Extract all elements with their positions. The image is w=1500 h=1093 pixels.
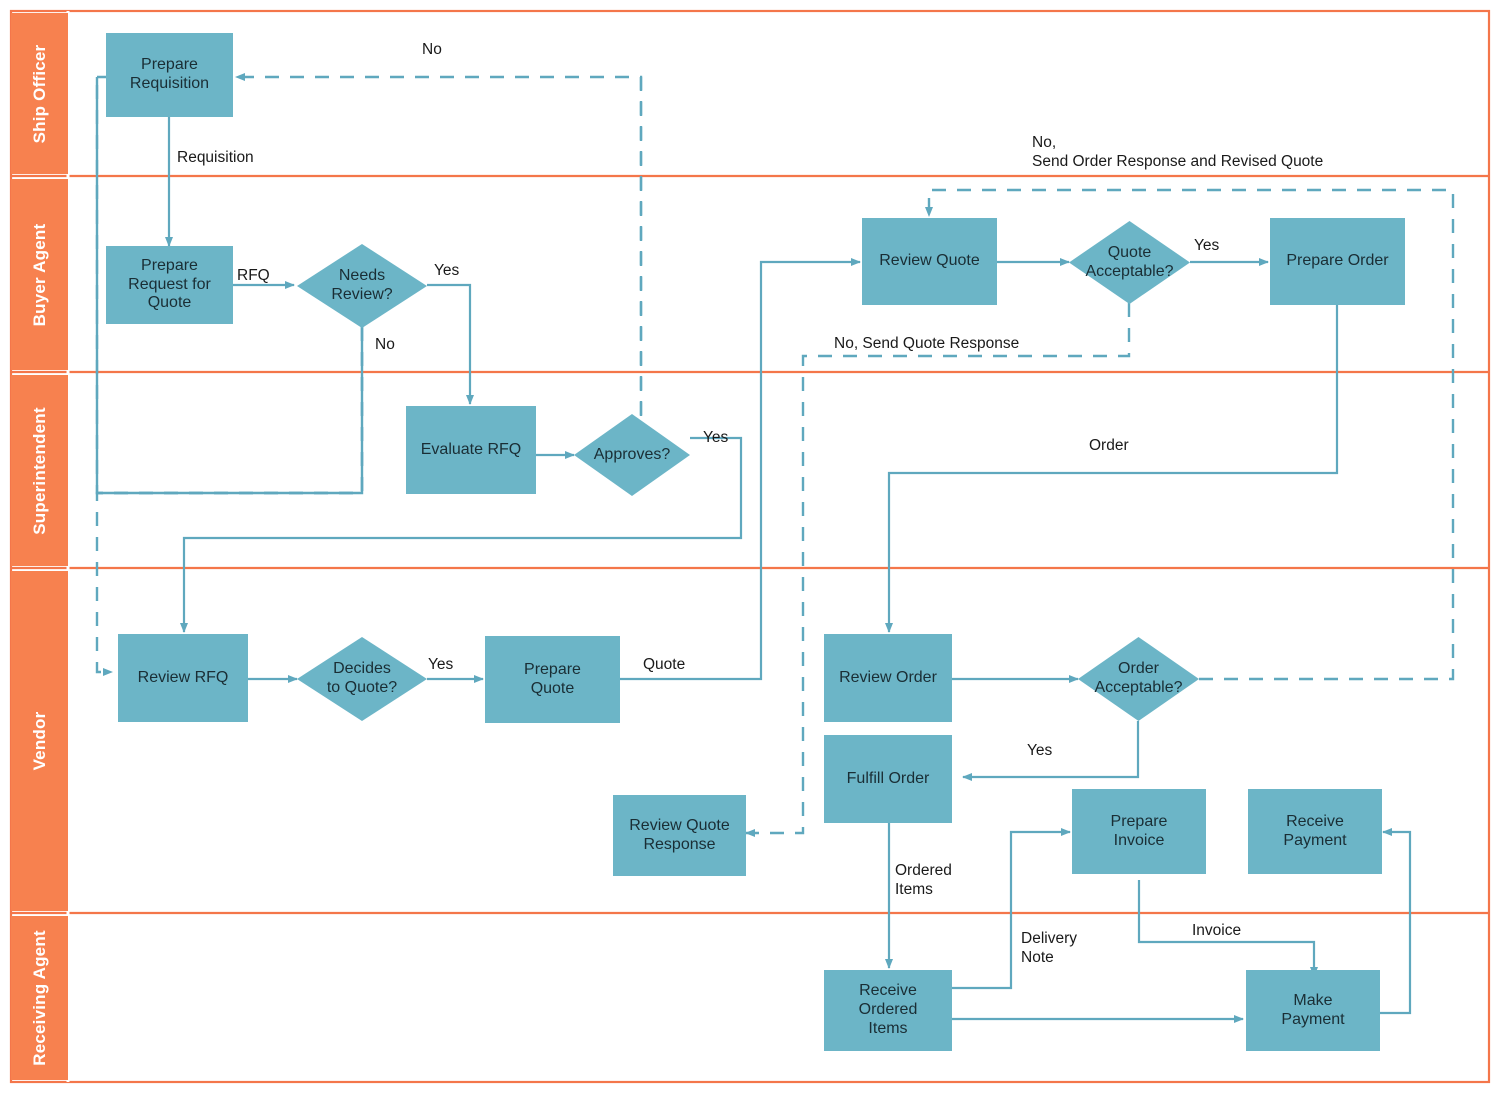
node-prepare-order[interactable]: Prepare Order — [1270, 218, 1405, 305]
node-order-acceptable[interactable]: Order Acceptable? — [1078, 637, 1199, 721]
node-decides-to-quote[interactable]: Decides to Quote? — [297, 637, 427, 721]
edge-label-no-top: No — [422, 41, 442, 58]
node-label: Make Payment — [1281, 991, 1345, 1028]
flowchart-canvas: Ship Officer Buyer Agent Superintendent … — [0, 0, 1500, 1093]
edge-label-order: Order — [1089, 437, 1129, 454]
edge-label-order-acceptable-yes: Yes — [1027, 742, 1053, 759]
node-label: Fulfill Order — [846, 769, 930, 787]
node-label: Review RFQ — [137, 668, 229, 686]
node-receive-payment[interactable]: Receive Payment — [1248, 789, 1382, 874]
node-label: Review Quote Response — [629, 816, 730, 853]
lane-header-vendor: Vendor — [11, 571, 68, 911]
lane-label-ship-officer: Ship Officer — [29, 44, 49, 143]
node-prepare-request-for-quote[interactable]: Prepare Request for Quote — [106, 246, 233, 324]
lane-label-buyer-agent: Buyer Agent — [29, 223, 49, 326]
lane-header-superintendent: Superintendent — [11, 375, 68, 566]
node-label: Review Quote — [879, 252, 980, 270]
node-label: Receive Payment — [1283, 812, 1347, 849]
node-label: Review Order — [839, 668, 937, 686]
edge-label-needs-review-no: No — [375, 336, 395, 353]
edge-label-rfq: RFQ — [237, 267, 270, 284]
edge-label-approves-yes: Yes — [703, 429, 729, 446]
node-review-quote-response[interactable]: Review Quote Response — [613, 795, 746, 876]
edge-label-needs-review-yes: Yes — [434, 262, 460, 279]
edge-label-no-send-quote-response: No, Send Quote Response — [834, 335, 1020, 352]
node-review-rfq[interactable]: Review RFQ — [118, 634, 248, 722]
edge-label-delivery-note: Delivery Note — [1021, 930, 1077, 967]
node-label: Order Acceptable? — [1094, 660, 1183, 696]
node-evaluate-rfq[interactable]: Evaluate RFQ — [406, 406, 536, 494]
node-label: Approves? — [593, 445, 671, 463]
node-label: Prepare Request for Quote — [128, 256, 211, 312]
needs-review-no-branch — [95, 327, 364, 676]
node-prepare-quote[interactable]: Prepare Quote — [485, 636, 620, 723]
node-label: Quote Acceptable? — [1085, 243, 1174, 280]
lane-label-superintendent: Superintendent — [29, 406, 49, 535]
edge-label-invoice: Invoice — [1192, 922, 1242, 939]
node-prepare-invoice[interactable]: Prepare Invoice — [1072, 789, 1206, 874]
node-needs-review[interactable]: Needs Review? — [297, 244, 427, 328]
node-label: Receive Ordered Items — [858, 982, 918, 1037]
node-receive-ordered-items[interactable]: Receive Ordered Items — [824, 970, 952, 1051]
node-prepare-requisition[interactable]: Prepare Requisition — [106, 33, 233, 117]
lane-header-ship-officer: Ship Officer — [11, 13, 68, 174]
edge-label-no-send-order-response: No, Send Order Response and Revised Quote — [1032, 134, 1324, 171]
edge-label-ordered-items: Ordered Items — [895, 862, 952, 899]
node-review-quote[interactable]: Review Quote — [862, 218, 997, 305]
node-review-order[interactable]: Review Order — [824, 634, 952, 722]
edge-label-requisition: Requisition — [177, 149, 254, 166]
node-fulfill-order[interactable]: Fulfill Order — [824, 735, 952, 823]
lane-header-buyer-agent: Buyer Agent — [11, 179, 68, 370]
lane-label-vendor: Vendor — [29, 711, 49, 771]
node-label: Decides to Quote? — [326, 660, 398, 696]
edge-label-quote-acceptable-yes: Yes — [1194, 237, 1220, 254]
lane-header-receiving-agent: Receiving Agent — [11, 916, 68, 1080]
lane-label-receiving-agent: Receiving Agent — [29, 930, 49, 1066]
node-quote-acceptable[interactable]: Quote Acceptable? — [1069, 221, 1190, 304]
node-label: Prepare Invoice — [1110, 812, 1168, 849]
node-approves[interactable]: Approves? — [574, 414, 690, 496]
node-make-payment[interactable]: Make Payment — [1246, 970, 1380, 1051]
edge-label-quote: Quote — [643, 656, 686, 673]
node-label: Prepare Requisition — [129, 56, 210, 92]
node-label: Prepare Quote — [524, 660, 581, 697]
edge-label-decides-yes: Yes — [428, 656, 454, 673]
node-label: Prepare Order — [1286, 252, 1389, 270]
node-label: Evaluate RFQ — [420, 440, 522, 458]
node-label: Needs Review? — [331, 267, 393, 303]
